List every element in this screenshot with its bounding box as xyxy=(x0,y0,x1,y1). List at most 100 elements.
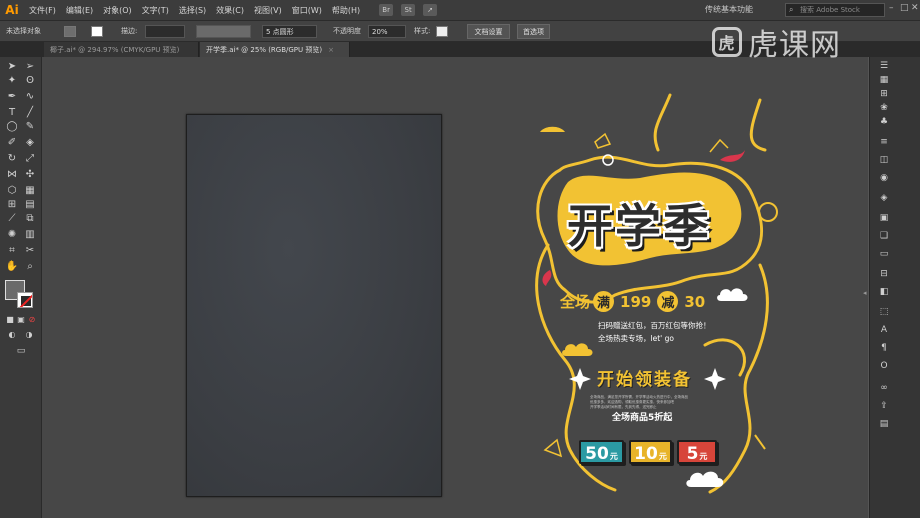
artboards-panel-icon[interactable]: ▭ xyxy=(879,249,889,259)
bridge-icon[interactable]: Br xyxy=(379,4,394,16)
brush-definition[interactable]: 5 点圆形 xyxy=(262,25,317,38)
preferences-button[interactable]: 首选项 xyxy=(517,24,550,39)
character-panel-icon[interactable]: A xyxy=(879,325,889,335)
menu-object[interactable]: 对象(O) xyxy=(98,5,137,16)
properties-panel-icon[interactable]: ☰ xyxy=(879,61,889,71)
eyedropper-tool-icon[interactable]: ⟋ xyxy=(5,213,19,225)
coupon-5: 5元 xyxy=(677,440,717,464)
coupon-10: 10 元 xyxy=(629,440,672,464)
stroke-color-swatch[interactable] xyxy=(91,26,103,37)
minimize-icon[interactable]: – xyxy=(889,3,894,13)
lasso-tool-icon[interactable]: ʘ xyxy=(23,75,37,87)
stroke-label: 描边: xyxy=(121,27,138,35)
menu-view[interactable]: 视图(V) xyxy=(249,5,287,16)
pen-tool-icon[interactable]: ✒ xyxy=(5,91,19,103)
type-tool-icon[interactable]: T xyxy=(5,107,19,119)
symbol-sprayer-tool-icon[interactable]: ✺ xyxy=(5,229,19,241)
transform-panel-icon[interactable]: ⬚ xyxy=(879,307,889,317)
gradient-panel-icon[interactable]: ◫ xyxy=(879,155,889,165)
slice-tool-icon[interactable]: ✂ xyxy=(23,245,37,257)
menu-window[interactable]: 窗口(W) xyxy=(287,5,327,16)
stock-search-input[interactable]: ⌕ 搜索 Adobe Stock xyxy=(785,3,885,17)
hand-tool-icon[interactable]: ✋ xyxy=(5,261,19,273)
poster-equip-heading: 开始领装备 xyxy=(597,370,692,390)
layers-panel-icon[interactable]: ❑ xyxy=(879,231,889,241)
shaper-tool-icon[interactable]: ✐ xyxy=(5,137,19,149)
opacity-field[interactable]: 20% xyxy=(368,25,406,38)
line-tool-icon[interactable]: ╱ xyxy=(23,107,37,119)
eraser-tool-icon[interactable]: ◈ xyxy=(23,137,37,149)
stroke-color-box[interactable] xyxy=(17,292,33,308)
asset-export-panel-icon[interactable]: ⇪ xyxy=(879,401,889,411)
huke-watermark: 虎 虎课网 xyxy=(712,20,841,64)
menu-bar: Ai 文件(F) 编辑(E) 对象(O) 文字(T) 选择(S) 效果(C) 视… xyxy=(0,0,920,20)
rotate-tool-icon[interactable]: ↻ xyxy=(5,153,19,165)
zoom-tool-icon[interactable]: ⌕ xyxy=(23,261,37,273)
menu-select[interactable]: 选择(S) xyxy=(174,5,211,16)
menu-help[interactable]: 帮助(H) xyxy=(327,5,365,16)
search-icon: ⌕ xyxy=(789,5,794,14)
column-graph-tool-icon[interactable]: ▥ xyxy=(23,229,37,241)
pathfinder-panel-icon[interactable]: ◧ xyxy=(879,287,889,297)
shape-builder-tool-icon[interactable]: ⬡ xyxy=(5,185,19,197)
tab-coconut[interactable]: 椰子.ai* @ 294.97% (CMYK/GPU 预览) xyxy=(44,42,199,57)
free-transform-tool-icon[interactable]: ✣ xyxy=(23,169,37,181)
panel-dock: ☰ ▦ ⊞ ❀ ♣ ≡ ◫ ◉ ◈ ▣ ❑ ▭ ⊟ ◧ ⬚ A ¶ O ∞ ⇪ … xyxy=(869,57,920,518)
width-tool-icon[interactable]: ⋈ xyxy=(5,169,19,181)
perspective-grid-tool-icon[interactable]: ▦ xyxy=(23,185,37,197)
collapse-panel-icon[interactable]: ◂ xyxy=(863,289,868,299)
style-label: 样式: xyxy=(414,27,431,35)
draw-mode-icon[interactable]: ◐ xyxy=(5,329,19,341)
links-panel-icon[interactable]: ∞ xyxy=(879,383,889,393)
none-mode-icon[interactable]: ⊘ xyxy=(25,314,39,326)
libraries-panel-icon[interactable]: ▤ xyxy=(879,419,889,429)
maximize-icon[interactable]: □ xyxy=(900,3,909,13)
menu-type[interactable]: 文字(T) xyxy=(137,5,174,16)
poster-subtitle-2: 全场热卖专场，let' go xyxy=(598,334,674,343)
brushes-panel-icon[interactable]: ❀ xyxy=(879,103,889,113)
stock-icon[interactable]: St xyxy=(401,4,416,16)
workspace-switcher[interactable]: 传统基本功能 xyxy=(705,4,753,15)
gpu-rocket-icon[interactable]: ➚ xyxy=(423,4,438,16)
paintbrush-tool-icon[interactable]: ✎ xyxy=(23,121,37,133)
draw-behind-icon[interactable]: ◑ xyxy=(22,329,36,341)
chalkboard-artboard[interactable] xyxy=(186,114,442,497)
close-icon[interactable]: ✕ xyxy=(911,3,919,13)
document-setup-button[interactable]: 文档设置 xyxy=(467,24,510,39)
close-tab-icon[interactable]: × xyxy=(328,46,334,54)
huke-logo-icon: 虎 xyxy=(712,27,742,57)
graphic-styles-panel-icon[interactable]: ▣ xyxy=(879,213,889,223)
opacity-label: 不透明度 xyxy=(333,27,361,35)
menu-effect[interactable]: 效果(C) xyxy=(211,5,249,16)
fill-color-swatch[interactable] xyxy=(64,26,76,37)
screen-mode-icon[interactable]: ▭ xyxy=(14,345,28,357)
appearance-panel-icon[interactable]: ◈ xyxy=(879,193,889,203)
curvature-tool-icon[interactable]: ∿ xyxy=(23,91,37,103)
align-panel-icon[interactable]: ⊟ xyxy=(879,269,889,279)
selection-tool-icon[interactable]: ➤ xyxy=(5,61,19,73)
color-panel-icon[interactable]: ▦ xyxy=(879,75,889,85)
paragraph-panel-icon[interactable]: ¶ xyxy=(879,343,889,353)
opentype-panel-icon[interactable]: O xyxy=(879,361,889,371)
symbols-panel-icon[interactable]: ♣ xyxy=(879,117,889,127)
stroke-panel-icon[interactable]: ≡ xyxy=(879,137,889,147)
swatches-panel-icon[interactable]: ⊞ xyxy=(879,89,889,99)
menu-edit[interactable]: 编辑(E) xyxy=(61,5,98,16)
transparency-panel-icon[interactable]: ◉ xyxy=(879,173,889,183)
promo-prefix: 全场 xyxy=(560,293,591,311)
ellipse-tool-icon[interactable]: ◯ xyxy=(5,121,19,133)
menu-file[interactable]: 文件(F) xyxy=(24,5,61,16)
mesh-tool-icon[interactable]: ⊞ xyxy=(5,199,19,211)
magic-wand-tool-icon[interactable]: ✦ xyxy=(5,75,19,87)
tab-school-season[interactable]: 开学季.ai* @ 25% (RGB/GPU 预览) × xyxy=(200,42,350,57)
scale-tool-icon[interactable]: ⤢ xyxy=(23,153,37,165)
graphic-style-swatch[interactable] xyxy=(436,26,448,37)
artboard-tool-icon[interactable]: ⌗ xyxy=(5,245,19,257)
selection-status: 未选择对象 xyxy=(6,27,41,35)
gradient-tool-icon[interactable]: ▤ xyxy=(23,199,37,211)
promo-circle-man: 满 xyxy=(593,291,615,312)
blend-tool-icon[interactable]: ⧉ xyxy=(23,213,37,225)
stroke-weight-field[interactable] xyxy=(145,25,185,38)
direct-selection-tool-icon[interactable]: ➢ xyxy=(23,61,37,73)
variable-width-profile[interactable] xyxy=(196,25,251,38)
